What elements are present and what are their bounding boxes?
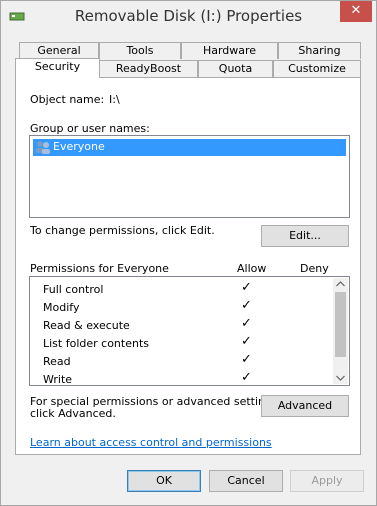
tab-sharing[interactable]: Sharing: [278, 42, 361, 59]
user-name: Everyone: [53, 140, 105, 153]
perm-name: List folder contents: [43, 337, 149, 350]
group-label: Group or user names:: [30, 122, 150, 135]
chevron-down-icon[interactable]: [336, 375, 345, 381]
title-bar[interactable]: Removable Disk (I:) Properties ✕: [1, 1, 376, 31]
permissions-header: Permissions for Everyone: [30, 262, 169, 275]
allow-check: ✓: [241, 298, 252, 313]
security-panel: Object name: I:\ Group or user names: Ev…: [15, 77, 361, 455]
perm-name: Modify: [43, 301, 80, 314]
group-list[interactable]: Everyone: [29, 135, 350, 218]
permissions-scrollbar[interactable]: [333, 278, 348, 384]
tab-customize[interactable]: Customize: [273, 60, 361, 77]
allow-header: Allow: [237, 262, 267, 275]
allow-check: ✓: [241, 334, 252, 349]
tab-general[interactable]: General: [19, 42, 99, 59]
learn-more-link[interactable]: Learn about access control and permissio…: [30, 436, 272, 449]
advanced-text-2: click Advanced.: [30, 407, 116, 420]
allow-check: ✓: [241, 370, 252, 385]
object-name-label: Object name:: [30, 93, 105, 106]
allow-check: ✓: [241, 316, 252, 331]
scrollbar-thumb[interactable]: [335, 292, 346, 357]
apply-button[interactable]: Apply: [290, 470, 364, 492]
deny-header: Deny: [300, 262, 329, 275]
advanced-button[interactable]: Advanced: [261, 395, 349, 417]
perm-name: Read & execute: [43, 319, 130, 332]
edit-button[interactable]: Edit...: [261, 225, 349, 247]
allow-check: ✓: [241, 352, 252, 367]
change-text: To change permissions, click Edit.: [30, 224, 215, 237]
permissions-list[interactable]: Full control ✓ Modify ✓ Read & execute ✓…: [29, 276, 350, 386]
properties-window: Removable Disk (I:) Properties ✕ General…: [0, 0, 377, 506]
window-title: Removable Disk (I:) Properties: [74, 7, 303, 25]
tab-tools[interactable]: Tools: [99, 42, 181, 59]
cancel-button[interactable]: Cancel: [209, 470, 283, 492]
object-name-value: I:\: [109, 93, 120, 106]
tab-hardware[interactable]: Hardware: [181, 42, 278, 59]
perm-name: Write: [43, 373, 73, 386]
users-icon: [36, 141, 50, 154]
list-item[interactable]: Everyone: [33, 139, 346, 156]
perm-name: Read: [43, 355, 71, 368]
chevron-up-icon[interactable]: [336, 281, 345, 287]
perm-name: Full control: [43, 283, 104, 296]
tab-security[interactable]: Security: [15, 58, 100, 78]
close-button[interactable]: ✕: [340, 1, 372, 22]
ok-button[interactable]: OK: [127, 470, 201, 492]
tab-quota[interactable]: Quota: [198, 60, 273, 77]
tab-readyboost[interactable]: ReadyBoost: [99, 60, 198, 77]
allow-check: ✓: [241, 280, 252, 295]
